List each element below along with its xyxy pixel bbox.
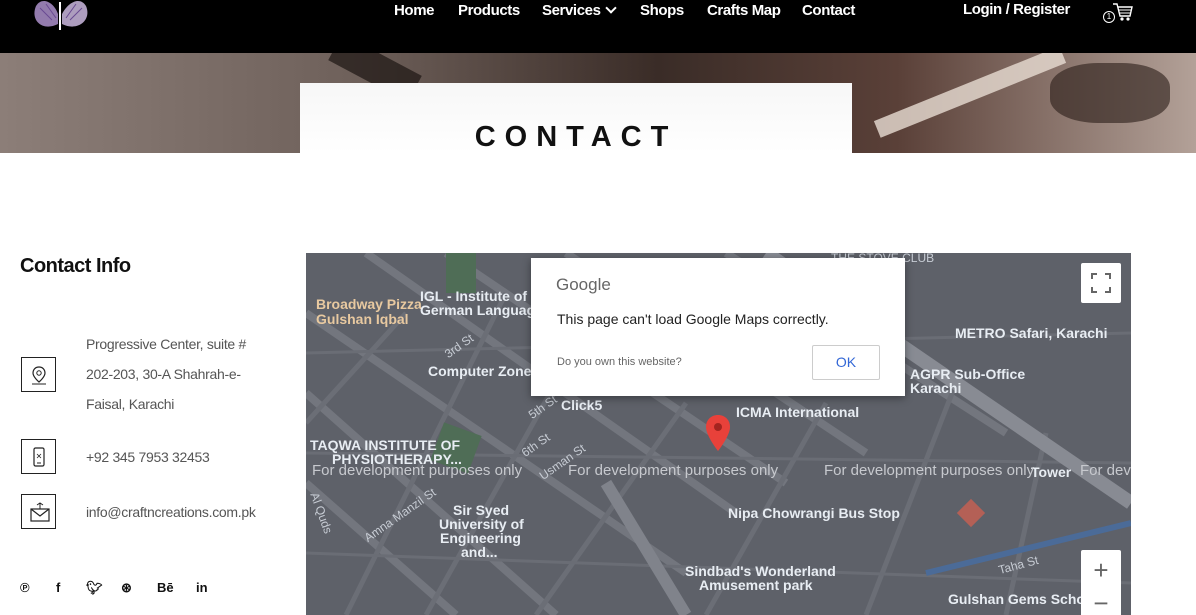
map-label: and... xyxy=(461,544,498,560)
fullscreen-icon xyxy=(1091,273,1111,293)
nav-crafts-map[interactable]: Crafts Map xyxy=(707,2,781,19)
map-label: Gulshan Gems School xyxy=(948,591,1098,607)
zoom-controls: + − xyxy=(1081,550,1121,615)
contact-address: Progressive Center, suite # 202-203, 30-… xyxy=(86,336,246,412)
contact-phone[interactable]: +92 345 7953 32453 xyxy=(86,442,210,472)
google-logo: Google xyxy=(556,275,611,294)
map-label: Amusement park xyxy=(699,577,813,593)
map-label: ICMA International xyxy=(736,404,860,420)
nav-services[interactable]: Services xyxy=(542,2,617,19)
behance-icon[interactable]: Bē xyxy=(157,580,174,595)
nav-home[interactable]: Home xyxy=(394,2,434,19)
envelope-icon xyxy=(21,494,56,529)
cart-count-badge: 1 xyxy=(1103,11,1115,23)
nav-products[interactable]: Products xyxy=(458,2,520,19)
mobile-phone-icon xyxy=(21,439,56,474)
contact-email[interactable]: info@craftncreations.com.pk xyxy=(86,497,256,527)
map-label: Gulshan Iqbal xyxy=(316,311,409,327)
nav-shops[interactable]: Shops xyxy=(640,2,684,19)
location-icon xyxy=(21,357,56,392)
dev-watermark: For development purposes only xyxy=(568,462,779,479)
zoom-out-button[interactable]: − xyxy=(1081,590,1121,615)
dribbble-icon[interactable]: ⊛ xyxy=(121,580,132,596)
facebook-icon[interactable]: f xyxy=(56,580,60,595)
map-label: Nipa Chowrangi Bus Stop xyxy=(728,505,900,521)
hero-decoration xyxy=(873,53,1067,138)
hero-decoration xyxy=(1050,63,1170,123)
dev-watermark: For development purposes only xyxy=(1080,462,1131,479)
linkedin-icon[interactable]: in xyxy=(196,580,208,595)
pinterest-icon[interactable]: ℗ xyxy=(20,580,30,595)
login-register-link[interactable]: Login / Register xyxy=(963,1,1070,18)
ok-button[interactable]: OK xyxy=(812,345,880,380)
map-label: Computer Zone xyxy=(428,363,532,379)
error-message: This page can't load Google Maps correct… xyxy=(557,311,829,327)
top-navbar: Home Products Services Shops Crafts Map … xyxy=(0,0,1196,53)
chevron-down-icon xyxy=(604,2,617,14)
twitter-icon[interactable]: 🐦︎ xyxy=(86,580,103,596)
butterfly-logo[interactable] xyxy=(22,0,100,34)
map-label: Click5 xyxy=(561,397,603,413)
map-label: Broadway Pizza xyxy=(316,296,422,312)
nav-contact[interactable]: Contact xyxy=(802,2,855,19)
map-label: Karachi xyxy=(910,380,962,396)
map-label: German Language xyxy=(420,302,543,318)
map-label: Tower xyxy=(1031,464,1072,480)
map-label: METRO Safari, Karachi xyxy=(955,325,1108,341)
map-pin-icon[interactable] xyxy=(706,415,730,451)
nav-services-label: Services xyxy=(542,2,601,19)
dev-watermark: For development purposes only xyxy=(824,462,1035,479)
contact-info-heading: Contact Info xyxy=(20,255,131,277)
page-title-card: CONTACT xyxy=(300,83,852,153)
own-website-link[interactable]: Do you own this website? xyxy=(557,356,682,368)
maps-error-dialog: Google This page can't load Google Maps … xyxy=(531,258,905,396)
zoom-in-button[interactable]: + xyxy=(1081,550,1121,590)
page-title: CONTACT xyxy=(474,121,678,153)
fullscreen-button[interactable] xyxy=(1081,263,1121,303)
dev-watermark: For development purposes only xyxy=(312,462,523,479)
